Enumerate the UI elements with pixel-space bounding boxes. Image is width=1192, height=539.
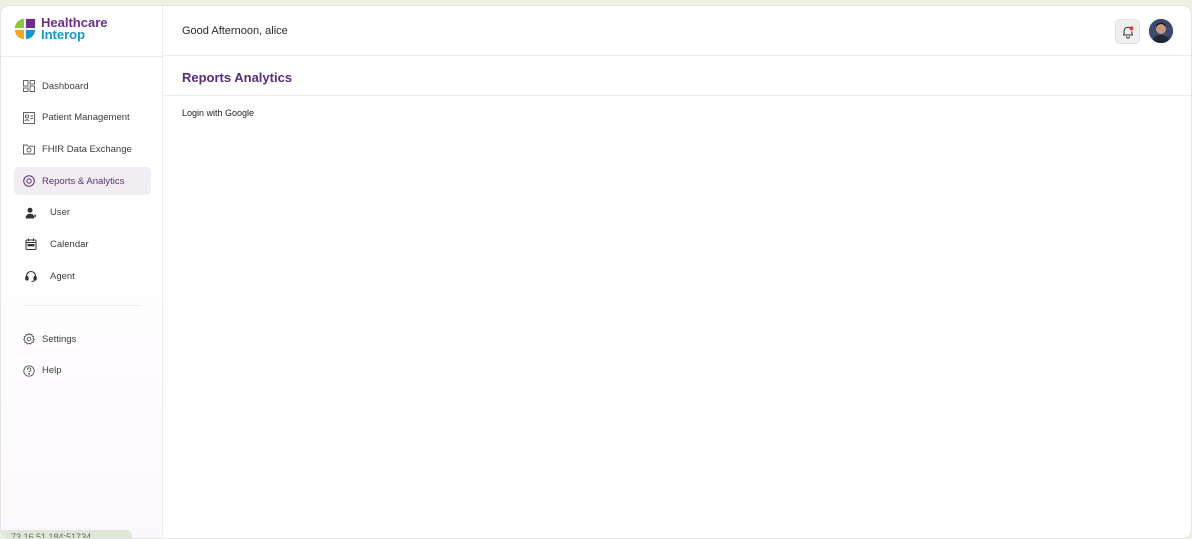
avatar[interactable] [1149, 19, 1173, 43]
logo-mark-icon [14, 18, 36, 40]
calendar-icon [25, 238, 37, 251]
sidebar: Healthcare Interop Dashboard Patient Man… [1, 6, 163, 538]
nav-label-fhir-data-exchange: FHIR Data Exchange [42, 143, 132, 155]
nav-item-agent[interactable]: Agent [14, 262, 151, 290]
nav-label-agent: Agent [50, 270, 75, 282]
patient-card-icon [23, 111, 35, 124]
nav-label-user: User [50, 207, 71, 219]
nav-item-patient-management[interactable]: Patient Management [14, 104, 151, 132]
headset-icon [25, 270, 37, 283]
nav-label-dashboard: Dashboard [42, 80, 89, 92]
folder-exchange-icon [23, 143, 35, 155]
page-title: Reports Analytics [182, 70, 293, 85]
nav-item-settings[interactable]: Settings [14, 325, 151, 353]
secondary-nav: Settings Help [14, 325, 151, 388]
nav-label-patient-management: Patient Management [42, 112, 130, 124]
analytics-circle-icon [23, 175, 35, 187]
top-bar: Good Afternoon, alice [163, 6, 1191, 56]
user-avatar-icon [1149, 19, 1173, 43]
main-nav: Dashboard Patient Management FHIR Data E… [14, 72, 151, 294]
app-window: Healthcare Interop Dashboard Patient Man… [0, 5, 1192, 539]
nav-item-user[interactable]: User [14, 199, 151, 227]
gear-icon [23, 333, 35, 345]
nav-item-fhir-data-exchange[interactable]: FHIR Data Exchange [14, 135, 151, 163]
page-header: Reports Analytics [163, 56, 1191, 96]
ip-address-tag: 73.16.51.184:51734 [1, 530, 132, 538]
nav-divider [23, 305, 141, 306]
nav-label-calendar: Calendar [50, 238, 89, 250]
brand-name-line2: Interop [41, 27, 86, 42]
nav-item-reports-analytics[interactable]: Reports & Analytics [14, 167, 151, 196]
help-circle-icon [23, 365, 35, 377]
brand-logo[interactable]: Healthcare Interop [14, 16, 107, 42]
nav-item-help[interactable]: Help [14, 357, 151, 385]
divider [1, 56, 163, 57]
nav-label-reports-analytics: Reports & Analytics [42, 175, 125, 187]
nav-item-calendar[interactable]: Calendar [14, 230, 151, 258]
notification-button[interactable] [1115, 19, 1140, 44]
user-icon [25, 207, 37, 219]
dashboard-icon [23, 80, 35, 92]
login-with-google-link[interactable]: Login with Google [182, 108, 254, 118]
nav-label-settings: Settings [42, 333, 77, 345]
nav-label-help: Help [42, 365, 62, 377]
bell-icon [1122, 25, 1133, 38]
greeting-text: Good Afternoon, alice [182, 25, 288, 37]
nav-item-dashboard[interactable]: Dashboard [14, 72, 151, 100]
